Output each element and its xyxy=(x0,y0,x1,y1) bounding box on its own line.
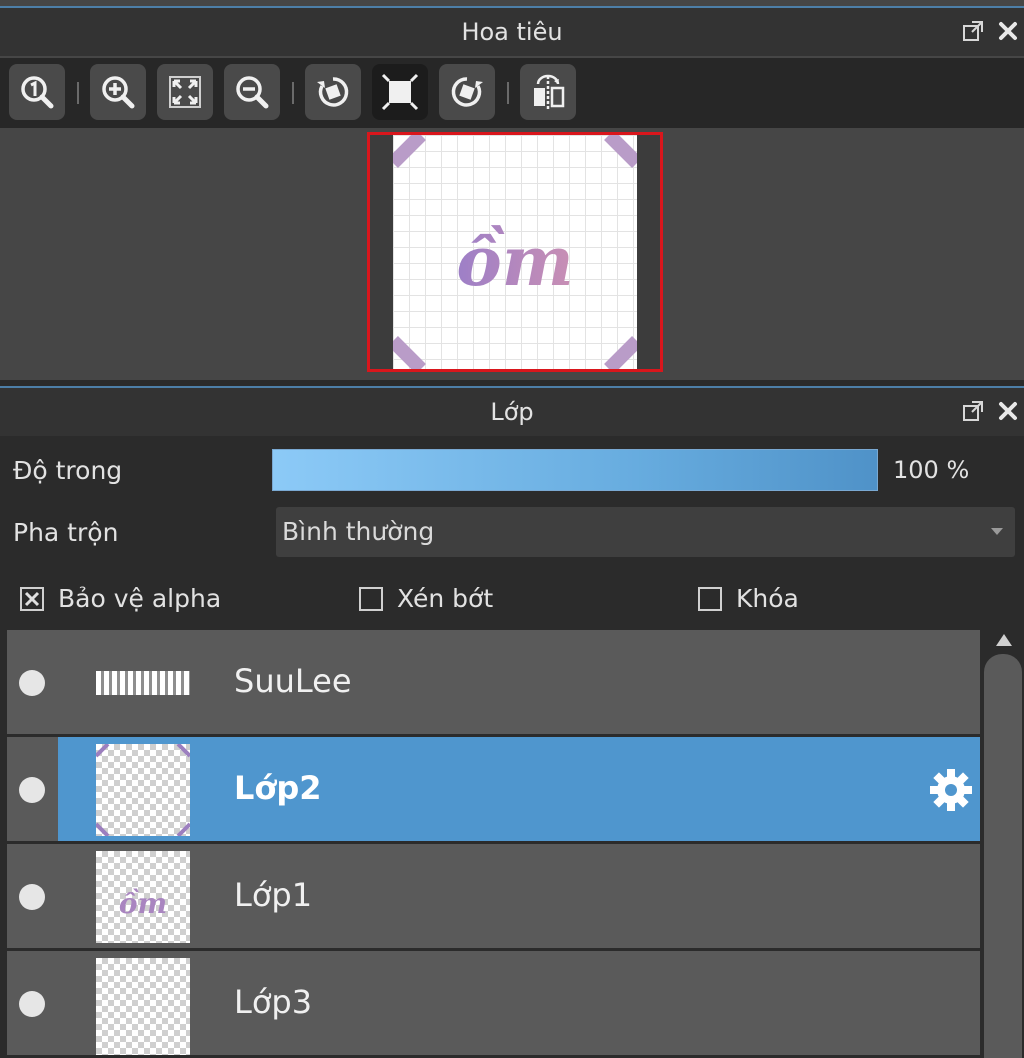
protect-alpha-label: Bảo vệ alpha xyxy=(58,584,222,613)
canvas-preview: ồm xyxy=(393,135,637,369)
navigator-header: Hoa tiêu xyxy=(0,8,1024,56)
opacity-slider[interactable] xyxy=(272,449,878,491)
layer-title: Lớp xyxy=(490,398,534,426)
zoom-fit-button[interactable] xyxy=(157,64,213,120)
visibility-toggle-icon[interactable] xyxy=(19,670,45,696)
layer-thumbnail xyxy=(96,744,190,836)
view-frame[interactable]: ồm xyxy=(367,132,663,372)
zoom-out-button[interactable] xyxy=(224,64,280,120)
visibility-toggle-icon[interactable] xyxy=(19,777,45,803)
detach-panel-icon[interactable] xyxy=(962,20,984,42)
zoom-in-button[interactable] xyxy=(90,64,146,120)
layer-thumbnail xyxy=(96,637,190,729)
preview-lettering: ồm xyxy=(456,222,573,302)
layer-name: Lớp1 xyxy=(234,876,313,914)
rotate-right-button[interactable] xyxy=(439,64,495,120)
rotate-left-button[interactable] xyxy=(305,64,361,120)
rotation-reset-icon xyxy=(381,73,419,111)
layer-name: Lớp3 xyxy=(234,983,313,1021)
toolbar-separator xyxy=(77,82,79,104)
gear-icon[interactable] xyxy=(928,767,974,817)
navigator-panel: Hoa tiêu ồm xyxy=(0,0,1024,380)
toolbar-separator xyxy=(507,82,509,104)
layer-header: Lớp xyxy=(0,388,1024,436)
layer-thumbnail xyxy=(96,958,190,1055)
navigator-title: Hoa tiêu xyxy=(461,18,563,46)
flip-horizontal-button[interactable] xyxy=(520,64,576,120)
blend-mode-value: Bình thường xyxy=(282,517,435,546)
layer-row[interactable]: Lớp3 xyxy=(7,951,980,1055)
visibility-toggle-icon[interactable] xyxy=(19,991,45,1017)
zoom-actual-button[interactable] xyxy=(9,64,65,120)
zoom-in-icon xyxy=(102,76,135,109)
thumbnail-lettering: ồm xyxy=(119,887,167,920)
layer-thumbnail: ồm xyxy=(96,851,190,943)
selection-highlight xyxy=(58,737,980,841)
opacity-label: Độ trong xyxy=(13,456,123,485)
blend-label: Pha trộn xyxy=(13,518,119,547)
rotate-right-icon xyxy=(451,77,483,107)
zoom-fit-icon xyxy=(169,76,201,108)
checkbox-unchecked-icon xyxy=(359,586,383,611)
blend-mode-select[interactable]: Bình thường xyxy=(276,507,1015,557)
lock-checkbox[interactable]: Khóa xyxy=(698,584,799,613)
dropdown-arrow-icon xyxy=(991,528,1003,535)
layer-row[interactable]: SuuLee xyxy=(7,630,980,734)
scrollbar-thumb[interactable] xyxy=(984,654,1022,1058)
visibility-toggle-icon[interactable] xyxy=(19,884,45,910)
layer-list: SuuLee Lớp2 ồm Lớp1 Lớp3 xyxy=(7,630,980,1058)
layer-list-scrollbar[interactable] xyxy=(982,630,1024,1058)
clipping-label: Xén bớt xyxy=(397,584,494,613)
navigator-toolbar xyxy=(0,58,1024,128)
layer-row-selected[interactable]: Lớp2 xyxy=(7,737,980,841)
close-icon[interactable] xyxy=(998,401,1018,421)
checkbox-checked-icon xyxy=(20,586,44,611)
layer-panel: Lớp Độ trong 100 % Pha trộn Bình thường … xyxy=(0,380,1024,1058)
zoom-actual-icon xyxy=(21,76,54,109)
layer-name: Lớp2 xyxy=(234,769,322,807)
layer-row[interactable]: ồm Lớp1 xyxy=(7,844,980,948)
protect-alpha-checkbox[interactable]: Bảo vệ alpha xyxy=(20,584,221,613)
opacity-value: 100 % xyxy=(893,456,970,484)
zoom-out-icon xyxy=(236,76,269,109)
toolbar-separator xyxy=(292,82,294,104)
canvas-artwork: ồm xyxy=(393,135,637,369)
navigator-preview[interactable]: ồm xyxy=(0,128,1024,374)
rotation-reset-button[interactable] xyxy=(372,64,428,120)
flip-horizontal-icon xyxy=(534,74,565,110)
close-icon[interactable] xyxy=(998,21,1018,41)
detach-panel-icon[interactable] xyxy=(962,400,984,422)
scroll-up-arrow-icon[interactable] xyxy=(996,634,1012,646)
rotate-left-icon xyxy=(317,77,349,107)
lock-label: Khóa xyxy=(736,584,799,613)
clipping-checkbox[interactable]: Xén bớt xyxy=(359,584,493,613)
layer-name: SuuLee xyxy=(234,662,352,700)
checkbox-unchecked-icon xyxy=(698,586,722,611)
